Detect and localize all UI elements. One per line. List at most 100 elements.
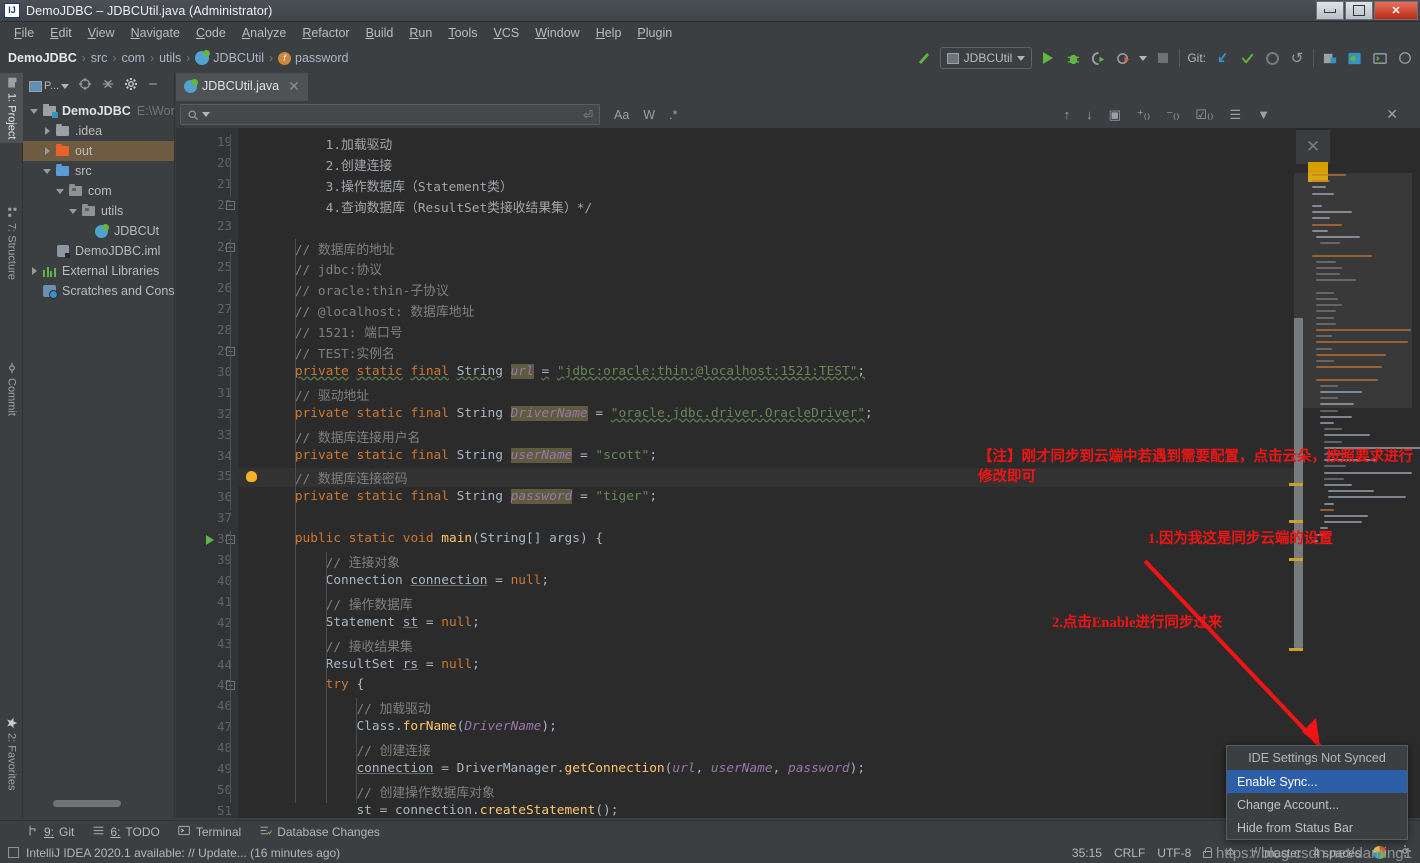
- minimap-viewport[interactable]: [1294, 173, 1412, 408]
- search-input[interactable]: ⏎: [180, 104, 600, 125]
- code-line[interactable]: private static final String DriverName =…: [264, 405, 873, 421]
- menu-window[interactable]: Window: [527, 24, 587, 42]
- debug-button[interactable]: [1064, 49, 1082, 67]
- code-line[interactable]: 3.操作数据库（Statement类）: [264, 176, 513, 195]
- code-line[interactable]: // 加载驱动: [264, 698, 430, 717]
- tool-window-button-1-project[interactable]: 1: Project: [0, 73, 23, 144]
- menu-tools[interactable]: Tools: [440, 24, 485, 42]
- tree-node-src[interactable]: src: [23, 161, 174, 181]
- project-view-selector[interactable]: P...: [29, 80, 70, 92]
- code-line[interactable]: // 1521: 端口号: [264, 322, 403, 341]
- prev-occurrence-icon[interactable]: ↑: [1064, 107, 1071, 122]
- code-line[interactable]: Class.forName(DriverName);: [264, 719, 556, 734]
- breadcrumb-item-jdbcutil[interactable]: JDBCUtil: [195, 50, 264, 65]
- menu-vcs[interactable]: VCS: [486, 24, 528, 42]
- settings-sync-button[interactable]: [1346, 49, 1364, 67]
- status-message[interactable]: IntelliJ IDEA 2020.1 available: // Updat…: [26, 846, 340, 860]
- run-with-coverage-button[interactable]: [1089, 49, 1107, 67]
- run-configuration-selector[interactable]: JDBCUtil: [939, 47, 1033, 69]
- locate-icon[interactable]: [78, 77, 92, 96]
- code-line[interactable]: 1.加载驱动: [264, 134, 393, 153]
- terminal-button[interactable]: [1371, 49, 1389, 67]
- breadcrumb-item-demojdbc[interactable]: DemoJDBC: [8, 51, 77, 65]
- search-everywhere-button[interactable]: [1321, 49, 1339, 67]
- run-button[interactable]: [1039, 49, 1057, 67]
- tree-twisty[interactable]: [27, 108, 41, 114]
- code-line[interactable]: // TEST:实例名: [264, 343, 395, 362]
- line-number-gutter[interactable]: 19 20 21 22 23 24 25 26 27 28 29 30 31 32 33 34 35 36 37 38…: [176, 128, 238, 818]
- history-icon[interactable]: [1263, 49, 1281, 67]
- breadcrumb-item-com[interactable]: com: [121, 51, 145, 65]
- tree-node-out[interactable]: out: [23, 141, 174, 161]
- tree-node-demojdbc-iml[interactable]: DemoJDBC.iml: [23, 241, 174, 261]
- tree-twisty[interactable]: [53, 188, 67, 194]
- update-project-button[interactable]: [1213, 49, 1231, 67]
- encoding[interactable]: UTF-8: [1157, 846, 1191, 860]
- close-find-icon[interactable]: ✕: [1386, 106, 1398, 123]
- next-occurrence-icon[interactable]: ↓: [1086, 107, 1093, 122]
- menu-item-enable-sync[interactable]: Enable Sync...: [1227, 770, 1407, 793]
- bottom-tool-todo[interactable]: 6: TODO: [92, 824, 160, 840]
- menu-view[interactable]: View: [80, 24, 123, 42]
- remove-line-icon[interactable]: ⁻₍₎: [1166, 107, 1179, 123]
- rollback-icon[interactable]: ↺: [1288, 49, 1306, 67]
- bottom-tool-terminal[interactable]: Terminal: [178, 824, 241, 840]
- run-gutter-icon[interactable]: [206, 535, 214, 546]
- tree-twisty[interactable]: [40, 127, 54, 135]
- code-line[interactable]: // 操作数据库: [264, 594, 413, 613]
- menu-item-change-account[interactable]: Change Account...: [1227, 793, 1407, 816]
- code-line[interactable]: private static final String password = "…: [264, 489, 657, 505]
- code-line[interactable]: ResultSet rs = null;: [264, 657, 480, 672]
- tree-node-scratches-and-cons[interactable]: Scratches and Cons: [23, 281, 175, 301]
- code-line[interactable]: // 创建操作数据库对象: [264, 782, 494, 801]
- code-line[interactable]: 4.查询数据库（ResultSet类接收结果集）*/: [264, 197, 593, 216]
- caret-position[interactable]: 35:15: [1072, 846, 1102, 860]
- words-toggle[interactable]: W: [643, 108, 655, 122]
- tree-twisty[interactable]: [40, 147, 54, 155]
- profile-button[interactable]: [1114, 49, 1132, 67]
- status-message-area[interactable]: IntelliJ IDEA 2020.1 available: // Updat…: [8, 846, 340, 860]
- profile-chevron-down-icon[interactable]: [1139, 55, 1148, 61]
- menu-code[interactable]: Code: [188, 24, 234, 42]
- menu-file[interactable]: File: [6, 24, 42, 42]
- commit-button[interactable]: [1238, 49, 1256, 67]
- tree-twisty[interactable]: [27, 267, 41, 275]
- breadcrumb-item-utils[interactable]: utils: [159, 51, 181, 65]
- group-icon[interactable]: ☰: [1229, 107, 1241, 123]
- read-only-lock-icon[interactable]: [1203, 846, 1213, 858]
- search-history-chevron-icon[interactable]: [202, 112, 210, 117]
- line-separator[interactable]: CRLF: [1114, 846, 1145, 860]
- bottom-tool-git[interactable]: 9: Git: [26, 824, 74, 840]
- tree-node-jdbcut[interactable]: JDBCUt: [23, 221, 174, 241]
- code-line[interactable]: Statement st = null;: [264, 615, 480, 630]
- settings-gear-icon[interactable]: [124, 77, 138, 96]
- code-line[interactable]: // 连接对象: [264, 552, 400, 571]
- code-line[interactable]: Connection connection = null;: [264, 573, 549, 588]
- project-horizontal-scrollbar[interactable]: [53, 800, 121, 807]
- menu-navigate[interactable]: Navigate: [123, 24, 188, 42]
- code-line[interactable]: public static void main(String[] args) {: [264, 531, 603, 546]
- code-line[interactable]: 2.创建连接: [264, 155, 393, 174]
- tool-window-button-commit[interactable]: Commit: [0, 358, 23, 420]
- bottom-tool-database-changes[interactable]: Database Changes: [259, 824, 380, 840]
- stop-button[interactable]: [1154, 49, 1172, 67]
- menu-item-hide-from-status-bar[interactable]: Hide from Status Bar: [1227, 816, 1407, 839]
- tree-twisty[interactable]: [40, 168, 54, 174]
- regex-newline-icon[interactable]: ⏎: [583, 108, 593, 122]
- code-fold-icon[interactable]: −: [226, 200, 235, 210]
- tree-node-demojdbc[interactable]: DemoJDBC E:\Wor: [23, 101, 175, 121]
- tree-node-external-libraries[interactable]: External Libraries: [23, 261, 174, 281]
- code-line[interactable]: // 数据库的地址: [264, 239, 395, 258]
- tool-window-button-2-favorites[interactable]: 2: Favorites: [0, 713, 23, 794]
- hide-panel-icon[interactable]: [147, 77, 159, 95]
- intention-bulb-icon[interactable]: [246, 471, 257, 483]
- minimize-button[interactable]: [1316, 1, 1344, 20]
- code-line[interactable]: // jdbc:协议: [264, 259, 382, 278]
- tool-window-button-7-structure[interactable]: 7: Structure: [0, 203, 23, 284]
- editor-tab-jdbcutil[interactable]: JDBCUtil.java ✕: [176, 73, 308, 101]
- menu-edit[interactable]: Edit: [42, 24, 80, 42]
- code-line[interactable]: private static final String userName = "…: [264, 447, 657, 463]
- tree-twisty[interactable]: [66, 208, 80, 214]
- tree-node-com[interactable]: com: [23, 181, 174, 201]
- maximize-button[interactable]: [1345, 1, 1373, 20]
